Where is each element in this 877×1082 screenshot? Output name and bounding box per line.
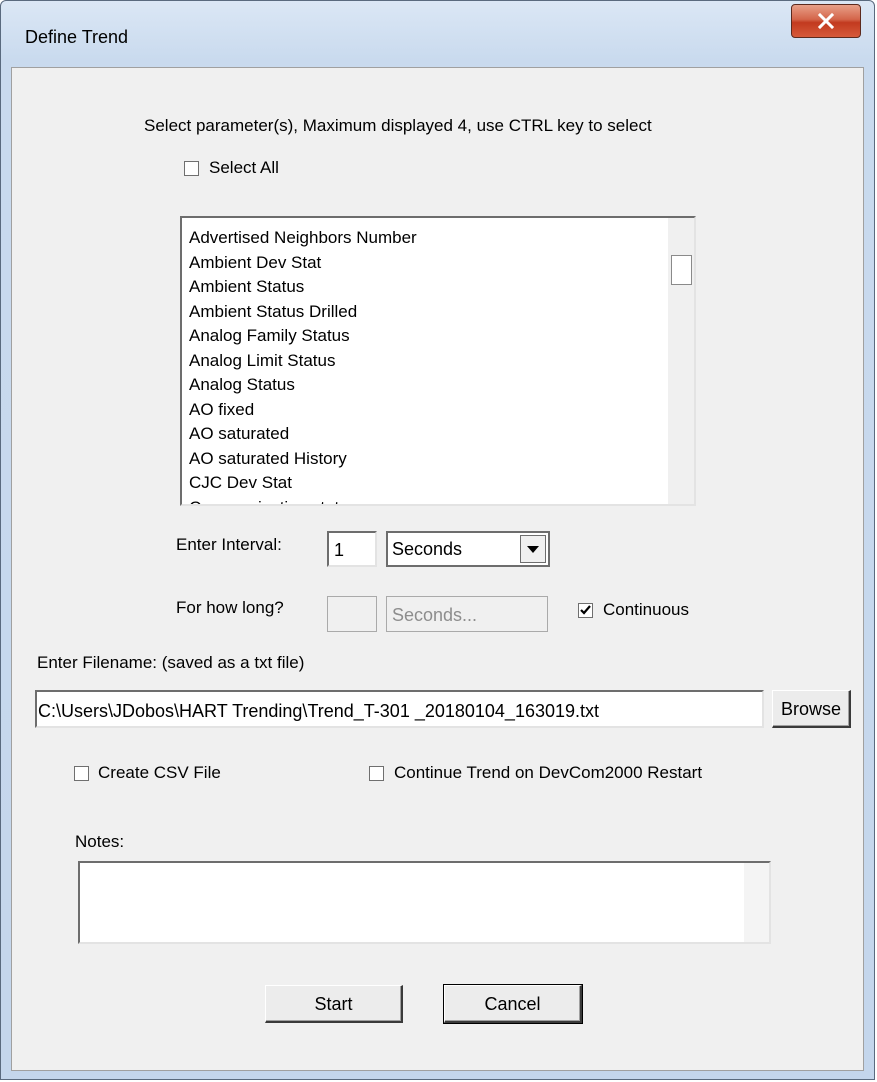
create-csv-checkbox[interactable] bbox=[74, 766, 89, 781]
notes-label: Notes: bbox=[75, 832, 125, 851]
notes-scrollbar[interactable] bbox=[744, 863, 769, 942]
continue-on-restart-label: Continue Trend on DevCom2000 Restart bbox=[394, 763, 703, 782]
list-item[interactable]: Analog Family Status bbox=[189, 324, 417, 349]
create-csv-label: Create CSV File bbox=[98, 763, 221, 782]
instructions-text: Select parameter(s), Maximum displayed 4… bbox=[144, 116, 652, 135]
window-title: Define Trend bbox=[25, 27, 129, 47]
interval-input[interactable]: 1 bbox=[327, 531, 377, 567]
list-item[interactable]: Communication status bbox=[189, 496, 417, 505]
interval-unit-value: Seconds bbox=[392, 539, 463, 559]
filename-value: C:\Users\JDobos\HART Trending\Trend_T-30… bbox=[38, 701, 600, 721]
dialog-body: Select parameter(s), Maximum displayed 4… bbox=[11, 67, 864, 1071]
duration-input bbox=[327, 596, 377, 632]
interval-value: 1 bbox=[334, 540, 345, 560]
notes-textarea[interactable] bbox=[78, 861, 771, 944]
close-icon bbox=[817, 13, 835, 29]
scroll-thumb[interactable] bbox=[671, 255, 692, 285]
continuous-label: Continuous bbox=[603, 600, 690, 619]
interval-unit-select[interactable]: Seconds bbox=[386, 531, 550, 567]
parameters-scrollbar[interactable] bbox=[668, 218, 694, 504]
filename-input[interactable]: C:\Users\JDobos\HART Trending\Trend_T-30… bbox=[35, 690, 764, 728]
list-item[interactable]: AO saturated History bbox=[189, 447, 417, 472]
title-bar[interactable]: Define Trend bbox=[1, 1, 874, 67]
continuous-checkbox[interactable] bbox=[578, 603, 593, 618]
list-item[interactable]: Ambient Dev Stat bbox=[189, 251, 417, 276]
list-item[interactable]: Advertised Neighbors Number bbox=[189, 226, 417, 251]
list-item[interactable]: Ambient Status Drilled bbox=[189, 300, 417, 325]
close-button[interactable] bbox=[791, 4, 861, 38]
duration-unit-select: Seconds... bbox=[386, 596, 548, 632]
parameters-listbox[interactable]: Advertised Neighbors Number Ambient Dev S… bbox=[180, 216, 696, 506]
browse-button[interactable]: Browse bbox=[772, 690, 851, 728]
duration-label: For how long? bbox=[176, 598, 284, 617]
duration-unit-value: Seconds... bbox=[392, 605, 478, 625]
continue-on-restart-checkbox[interactable] bbox=[369, 766, 384, 781]
list-item[interactable]: Ambient Status bbox=[189, 275, 417, 300]
checkmark-icon bbox=[580, 605, 591, 615]
list-item[interactable]: Analog Status bbox=[189, 373, 417, 398]
start-button[interactable]: Start bbox=[265, 985, 403, 1023]
cancel-button[interactable]: Cancel bbox=[443, 984, 583, 1024]
interval-unit-dropdown-button[interactable] bbox=[520, 535, 546, 563]
parameters-list: Advertised Neighbors Number Ambient Dev S… bbox=[189, 226, 417, 505]
list-item[interactable]: AO fixed bbox=[189, 398, 417, 423]
chevron-down-icon bbox=[527, 546, 539, 553]
list-item[interactable]: Analog Limit Status bbox=[189, 349, 417, 374]
select-all-label: Select All bbox=[209, 158, 279, 177]
define-trend-dialog: Define Trend Select parameter(s), Maximu… bbox=[0, 0, 875, 1080]
select-all-checkbox[interactable] bbox=[184, 161, 199, 176]
list-item[interactable]: AO saturated bbox=[189, 422, 417, 447]
interval-label: Enter Interval: bbox=[176, 535, 282, 554]
filename-label: Enter Filename: (saved as a txt file) bbox=[37, 653, 305, 672]
list-item[interactable]: CJC Dev Stat bbox=[189, 471, 417, 496]
